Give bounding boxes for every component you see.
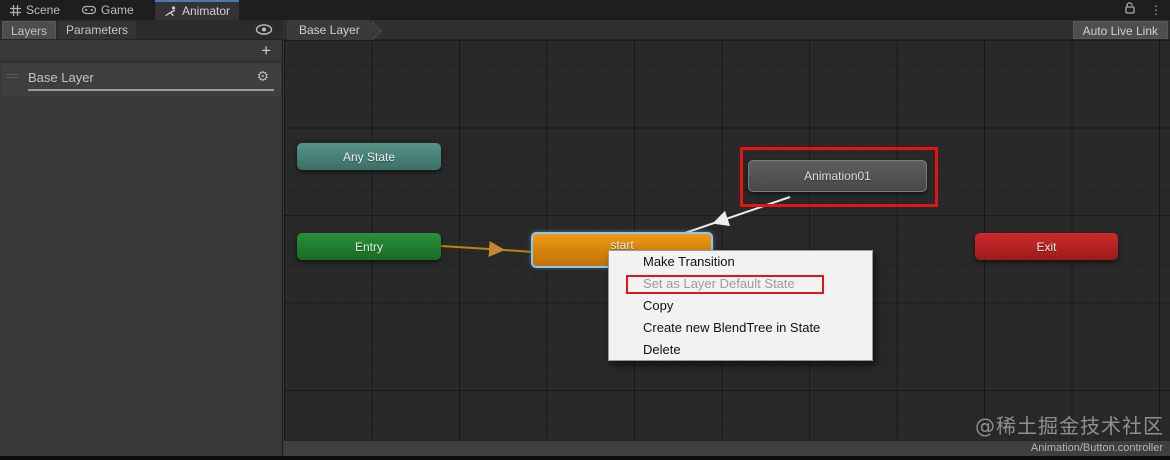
context-menu: Make Transition Set as Layer Default Sta… — [608, 250, 873, 361]
breadcrumb-bar: Base Layer Auto Live Link — [283, 20, 1170, 40]
tab-scene[interactable]: Scene — [0, 0, 70, 20]
menu-item-delete[interactable]: Delete — [609, 339, 872, 361]
annotation-red-box-animation01 — [740, 147, 938, 207]
layer-weight-slider[interactable] — [28, 89, 274, 91]
animator-window: Scene Game Animator ⋮ Layers Parameters — [0, 0, 1170, 460]
tab-parameters[interactable]: Parameters — [58, 21, 137, 39]
layers-params-bar: Layers Parameters — [0, 20, 283, 40]
animator-person-icon — [165, 5, 177, 17]
layer-add-row: + — [0, 40, 283, 62]
bottom-strip — [0, 456, 1170, 460]
layer-settings-gear-icon[interactable]: ⚙ — [256, 69, 269, 85]
state-label: Any State — [342, 149, 396, 164]
menu-item-set-as-layer-default-state[interactable]: Set as Layer Default State — [609, 273, 872, 295]
add-layer-button[interactable]: + — [261, 41, 271, 61]
tab-scene-label: Scene — [26, 3, 61, 17]
tab-game-label: Game — [101, 3, 134, 17]
menu-item-copy[interactable]: Copy — [609, 295, 872, 317]
tab-animator-label: Animator — [182, 4, 231, 18]
state-machine-canvas[interactable]: Any State Entry start Animation01 Exit M… — [284, 40, 1170, 441]
transition-entry-to-start[interactable] — [440, 240, 534, 257]
state-node-any-state[interactable]: Any State — [297, 143, 441, 170]
toolbar-row: Layers Parameters Base Layer Auto Live L… — [0, 20, 1170, 40]
tab-animator[interactable]: Animator — [155, 0, 239, 20]
layer-name: Base Layer — [28, 70, 94, 85]
eye-icon[interactable] — [255, 23, 273, 39]
state-label: Exit — [1036, 239, 1057, 254]
breadcrumb-base-layer[interactable]: Base Layer — [287, 20, 370, 40]
state-node-exit[interactable]: Exit — [975, 233, 1118, 260]
auto-live-link-button[interactable]: Auto Live Link — [1072, 21, 1168, 39]
gamepad-icon — [82, 5, 96, 15]
scene-grid-icon — [10, 4, 21, 16]
layers-panel: + Base Layer ⚙ — [0, 40, 283, 456]
window-tab-bar: Scene Game Animator ⋮ — [0, 0, 1170, 20]
watermark-text: @稀土掘金技术社区 — [975, 414, 1164, 438]
status-bar: Animation/Button.controller — [284, 441, 1170, 456]
state-label: Entry — [354, 239, 383, 254]
unlock-icon[interactable] — [1124, 2, 1136, 18]
menu-item-make-transition[interactable]: Make Transition — [609, 251, 872, 273]
tab-layers[interactable]: Layers — [2, 21, 57, 39]
state-node-entry[interactable]: Entry — [297, 233, 441, 260]
tab-game[interactable]: Game — [72, 0, 144, 20]
layer-row-base-layer[interactable]: Base Layer ⚙ — [2, 64, 281, 96]
drag-handle-icon[interactable] — [6, 72, 18, 80]
more-menu-icon[interactable]: ⋮ — [1150, 4, 1162, 16]
menu-item-create-new-blendtree[interactable]: Create new BlendTree in State — [609, 317, 872, 339]
